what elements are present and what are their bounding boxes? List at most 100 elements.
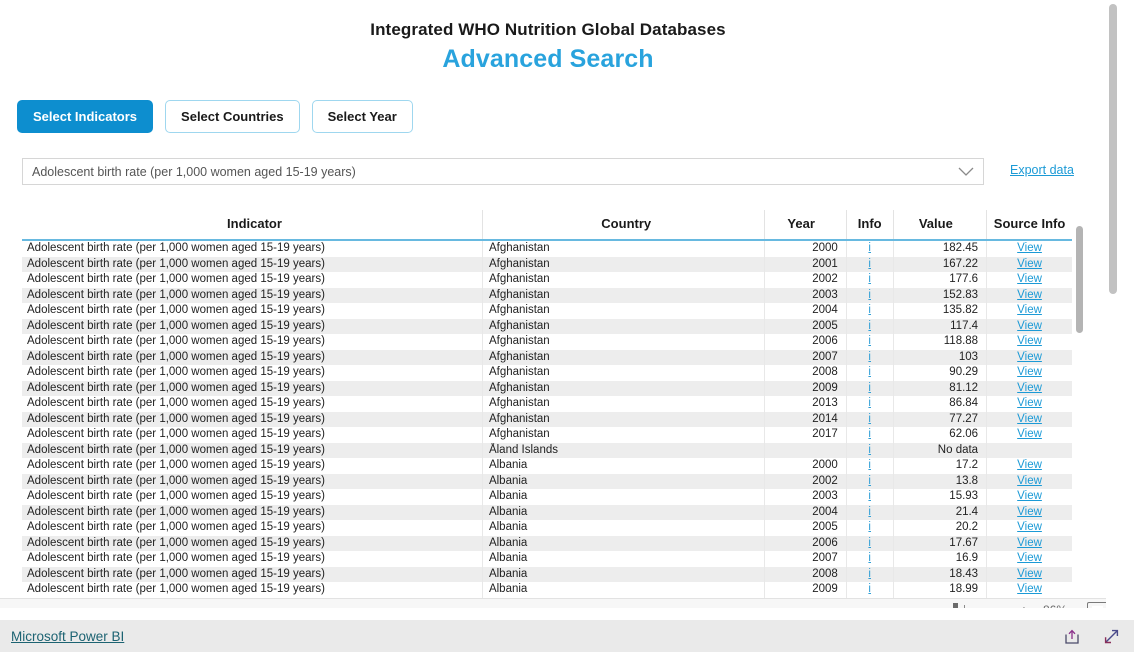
cell-source[interactable]: View xyxy=(986,504,1072,520)
info-icon[interactable]: i xyxy=(868,351,871,363)
info-icon[interactable]: i xyxy=(868,289,871,301)
source-view-link[interactable]: View xyxy=(1017,289,1042,301)
cell-source[interactable]: View xyxy=(986,396,1072,412)
info-icon[interactable]: i xyxy=(868,413,871,425)
source-view-link[interactable]: View xyxy=(1017,320,1042,332)
source-view-link[interactable]: View xyxy=(1017,273,1042,285)
info-icon[interactable]: i xyxy=(868,444,871,456)
cell-info[interactable]: i xyxy=(846,380,894,396)
cell-info[interactable]: i xyxy=(846,318,894,334)
select-countries-button[interactable]: Select Countries xyxy=(165,100,300,133)
cell-source[interactable]: View xyxy=(986,582,1072,598)
table-scrollbar[interactable] xyxy=(1076,226,1083,596)
cell-info[interactable]: i xyxy=(846,535,894,551)
source-view-link[interactable]: View xyxy=(1017,258,1042,270)
cell-source[interactable]: View xyxy=(986,256,1072,272)
column-header-indicator[interactable]: Indicator xyxy=(22,210,483,241)
cell-source[interactable]: View xyxy=(986,489,1072,505)
table-row[interactable]: Adolescent birth rate (per 1,000 women a… xyxy=(22,272,1072,288)
table-row[interactable]: Adolescent birth rate (per 1,000 women a… xyxy=(22,566,1072,582)
cell-info[interactable]: i xyxy=(846,566,894,582)
zoom-slider-thumb[interactable] xyxy=(952,602,958,608)
table-row[interactable]: Adolescent birth rate (per 1,000 women a… xyxy=(22,411,1072,427)
table-row[interactable]: Adolescent birth rate (per 1,000 women a… xyxy=(22,504,1072,520)
source-view-link[interactable]: View xyxy=(1017,583,1042,595)
column-header-source-info[interactable]: Source Info xyxy=(986,210,1072,241)
cell-source[interactable]: View xyxy=(986,240,1072,257)
cell-source[interactable]: View xyxy=(986,411,1072,427)
source-view-link[interactable]: View xyxy=(1017,506,1042,518)
info-icon[interactable]: i xyxy=(868,537,871,549)
info-icon[interactable]: i xyxy=(868,506,871,518)
cell-info[interactable]: i xyxy=(846,427,894,443)
cell-info[interactable]: i xyxy=(846,473,894,489)
source-view-link[interactable]: View xyxy=(1017,304,1042,316)
source-view-link[interactable]: View xyxy=(1017,428,1042,440)
page-scrollbar-thumb[interactable] xyxy=(1109,4,1117,294)
info-icon[interactable]: i xyxy=(868,382,871,394)
info-icon[interactable]: i xyxy=(868,304,871,316)
source-view-link[interactable]: View xyxy=(1017,475,1042,487)
cell-source[interactable]: View xyxy=(986,535,1072,551)
cell-source[interactable]: View xyxy=(986,520,1072,536)
table-row[interactable]: Adolescent birth rate (per 1,000 women a… xyxy=(22,334,1072,350)
share-icon[interactable] xyxy=(1064,628,1081,645)
info-icon[interactable]: i xyxy=(868,490,871,502)
zoom-out-button[interactable]: - xyxy=(893,603,898,609)
cell-info[interactable]: i xyxy=(846,240,894,257)
table-row[interactable]: Adolescent birth rate (per 1,000 women a… xyxy=(22,380,1072,396)
source-view-link[interactable]: View xyxy=(1017,335,1042,347)
source-view-link[interactable]: View xyxy=(1017,459,1042,471)
indicator-select[interactable]: Adolescent birth rate (per 1,000 women a… xyxy=(22,158,984,185)
cell-info[interactable]: i xyxy=(846,396,894,412)
cell-source[interactable]: View xyxy=(986,349,1072,365)
export-data-link[interactable]: Export data xyxy=(1010,163,1074,177)
table-row[interactable]: Adolescent birth rate (per 1,000 women a… xyxy=(22,287,1072,303)
column-header-country[interactable]: Country xyxy=(482,210,765,241)
table-row[interactable]: Adolescent birth rate (per 1,000 women a… xyxy=(22,535,1072,551)
source-view-link[interactable]: View xyxy=(1017,397,1042,409)
table-row[interactable]: Adolescent birth rate (per 1,000 women a… xyxy=(22,349,1072,365)
cell-info[interactable]: i xyxy=(846,520,894,536)
source-view-link[interactable]: View xyxy=(1017,521,1042,533)
fit-to-page-icon[interactable] xyxy=(1087,602,1108,608)
info-icon[interactable]: i xyxy=(868,568,871,580)
info-icon[interactable]: i xyxy=(868,583,871,595)
column-header-year[interactable]: Year xyxy=(764,210,847,241)
table-row[interactable]: Adolescent birth rate (per 1,000 women a… xyxy=(22,240,1072,257)
info-icon[interactable]: i xyxy=(868,273,871,285)
cell-info[interactable]: i xyxy=(846,551,894,567)
cell-source[interactable] xyxy=(986,442,1072,458)
cell-info[interactable]: i xyxy=(846,256,894,272)
cell-info[interactable]: i xyxy=(846,442,894,458)
cell-source[interactable]: View xyxy=(986,303,1072,319)
info-icon[interactable]: i xyxy=(868,242,871,254)
info-icon[interactable]: i xyxy=(868,552,871,564)
info-icon[interactable]: i xyxy=(868,428,871,440)
cell-source[interactable]: View xyxy=(986,473,1072,489)
info-icon[interactable]: i xyxy=(868,521,871,533)
table-row[interactable]: Adolescent birth rate (per 1,000 women a… xyxy=(22,551,1072,567)
select-indicators-button[interactable]: Select Indicators xyxy=(17,100,154,133)
zoom-in-button[interactable]: + xyxy=(1020,603,1028,609)
cell-source[interactable]: View xyxy=(986,458,1072,474)
cell-info[interactable]: i xyxy=(846,489,894,505)
table-row[interactable]: Adolescent birth rate (per 1,000 women a… xyxy=(22,303,1072,319)
info-icon[interactable]: i xyxy=(868,475,871,487)
table-row[interactable]: Adolescent birth rate (per 1,000 women a… xyxy=(22,427,1072,443)
cell-source[interactable]: View xyxy=(986,318,1072,334)
table-row[interactable]: Adolescent birth rate (per 1,000 women a… xyxy=(22,458,1072,474)
table-row[interactable]: Adolescent birth rate (per 1,000 women a… xyxy=(22,365,1072,381)
cell-source[interactable]: View xyxy=(986,287,1072,303)
source-view-link[interactable]: View xyxy=(1017,382,1042,394)
table-row[interactable]: Adolescent birth rate (per 1,000 women a… xyxy=(22,318,1072,334)
source-view-link[interactable]: View xyxy=(1017,413,1042,425)
cell-info[interactable]: i xyxy=(846,272,894,288)
microsoft-power-bi-link[interactable]: Microsoft Power BI xyxy=(11,629,124,644)
source-view-link[interactable]: View xyxy=(1017,552,1042,564)
cell-source[interactable]: View xyxy=(986,365,1072,381)
info-icon[interactable]: i xyxy=(868,320,871,332)
page-scrollbar[interactable] xyxy=(1106,0,1120,608)
cell-info[interactable]: i xyxy=(846,349,894,365)
cell-info[interactable]: i xyxy=(846,504,894,520)
